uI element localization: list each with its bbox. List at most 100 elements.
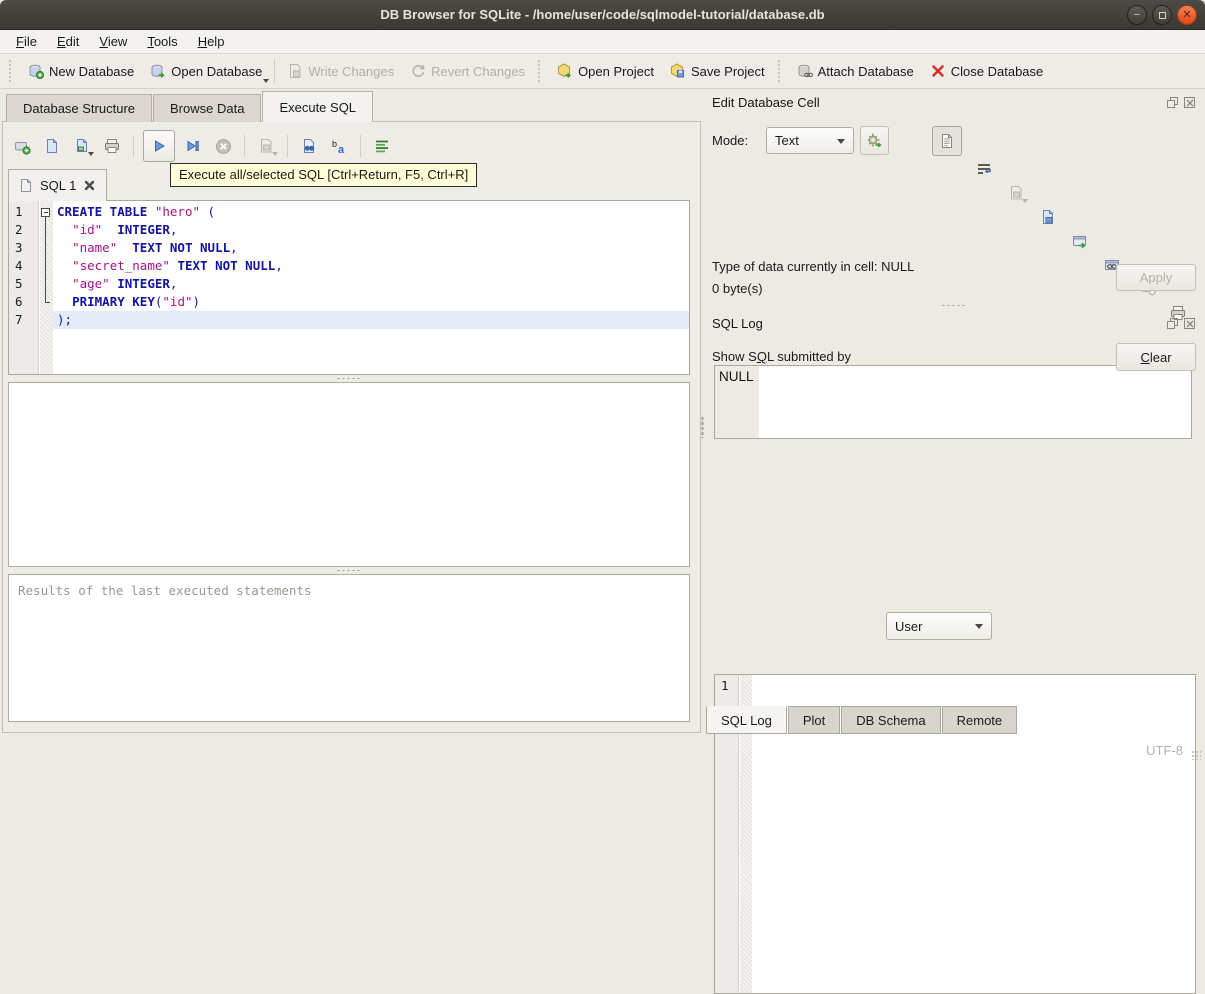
splitter-results-messages[interactable] [8,567,690,573]
results-grid-pane [8,382,690,567]
text-format-icon[interactable]: ba [327,134,351,158]
code-text[interactable]: "id" INTEGER, [53,221,689,239]
line-number: 6 [15,294,23,309]
close-database-icon [930,63,946,79]
sql-file-tab[interactable]: SQL 1 [8,169,108,201]
fold-marker [39,311,53,329]
open-database-button[interactable]: Open Database [142,58,270,84]
attach-database-button[interactable]: Attach Database [789,58,922,84]
fold-marker [39,257,53,275]
open-project-button[interactable]: Open Project [549,58,662,84]
splitter-main-dock[interactable] [699,412,705,442]
titlebar[interactable]: DB Browser for SQLite - /home/user/code/… [0,0,1205,30]
code-line[interactable]: 1 CREATE TABLE "hero" ( [9,203,689,221]
maximize-button[interactable] [1152,5,1172,25]
menu-help[interactable]: Help [188,31,235,52]
code-text[interactable]: "secret_name" TEXT NOT NULL, [53,257,689,275]
attach-database-icon [797,63,813,79]
tooltip: Execute all/selected SQL [Ctrl+Return, F… [170,163,478,187]
toolbar-grip[interactable] [9,60,15,82]
menu-view[interactable]: View [89,31,137,52]
stop-icon [211,134,235,158]
text-mode-button[interactable] [932,126,962,156]
write-changes-icon [287,63,303,79]
sql-log-filter-select[interactable]: User [886,612,992,640]
code-text[interactable]: CREATE TABLE "hero" ( [53,203,689,221]
save-project-button[interactable]: Save Project [662,58,773,84]
open-in-external-icon[interactable] [1068,229,1092,253]
toolbar-grip[interactable] [538,60,544,82]
execute-all-button[interactable] [143,130,175,162]
execute-line-icon[interactable] [181,134,205,158]
find-icon[interactable] [297,134,321,158]
menu-tools[interactable]: Tools [137,31,187,52]
chevron-down-icon [837,138,845,144]
dock-tab-remote[interactable]: Remote [941,706,1018,734]
code-text[interactable]: PRIMARY KEY("id") [53,293,689,311]
chevron-down-icon [975,624,983,629]
open-sql-file-icon[interactable] [40,134,64,158]
apply-button: Apply [1116,264,1196,291]
mode-select[interactable]: Text [766,127,854,154]
open-sql-new-tab-icon[interactable] [70,134,94,158]
fold-marker [39,221,53,239]
revert-changes-icon [410,63,426,79]
window-controls: − ✕ [1127,5,1197,25]
sql-editor[interactable]: 1 CREATE TABLE "hero" (2 "id" INTEGER, 3 "… [8,200,690,375]
minimize-button[interactable]: − [1127,5,1147,25]
indent-lines-icon[interactable] [370,134,394,158]
dock-tab-db-schema[interactable]: DB Schema [841,706,941,734]
write-changes-button: Write Changes [279,58,402,84]
word-wrap-icon[interactable] [972,157,996,181]
close-sql-tab-icon[interactable] [83,179,96,192]
line-number: 3 [15,240,23,255]
print-sql-icon[interactable] [100,134,124,158]
mode-label: Mode: [712,133,749,148]
open-sql-dropdown-caret[interactable] [88,152,94,156]
code-text[interactable]: ); [53,311,689,329]
export-data-icon[interactable] [1036,205,1060,229]
toolbar-grip[interactable] [777,60,784,82]
resize-grip[interactable] [1191,750,1201,760]
save-project-icon [670,63,686,79]
float-panel-icon[interactable] [1166,96,1179,109]
dock-tab-sql-log[interactable]: SQL Log [706,706,787,734]
code-text[interactable]: "name" TEXT NOT NULL, [53,239,689,257]
close-panel-icon[interactable] [1183,317,1196,330]
line-number: 1 [15,204,23,219]
close-panel-icon[interactable] [1183,96,1196,109]
sql-editor-toolbar: ba [10,128,394,164]
sql-file-icon [19,178,33,193]
menu-edit[interactable]: Edit [47,31,89,52]
code-line[interactable]: 4 "secret_name" TEXT NOT NULL, [9,257,689,275]
code-line[interactable]: 6 PRIMARY KEY("id") [9,293,689,311]
clear-log-button[interactable]: Clear [1116,343,1196,371]
menu-file[interactable]: File [6,31,47,52]
sql-toolbar-separator [287,135,288,157]
splitter-dock[interactable] [712,303,1196,308]
float-panel-icon[interactable] [1166,317,1179,330]
cell-editor[interactable]: NULL [714,365,1192,439]
tab-database-structure[interactable]: Database Structure [6,94,153,122]
code-line[interactable]: 5 "age" INTEGER, [9,275,689,293]
main-toolbar: New Database Open Database Write Changes… [0,54,1205,89]
close-button[interactable]: ✕ [1177,5,1197,25]
code-text[interactable]: "age" INTEGER, [53,275,689,293]
close-database-button[interactable]: Close Database [922,58,1052,84]
fold-marker [39,275,53,293]
code-line[interactable]: 3 "name" TEXT NOT NULL, [9,239,689,257]
code-line[interactable]: 7); [9,311,689,329]
dock-tab-plot[interactable]: Plot [787,706,841,734]
fold-marker[interactable] [39,203,53,221]
tab-browse-data[interactable]: Browse Data [153,94,262,122]
tab-execute-sql[interactable]: Execute SQL [262,91,374,122]
code-line[interactable]: 2 "id" INTEGER, [9,221,689,239]
auto-apply-button[interactable] [860,126,889,155]
fold-marker [39,239,53,257]
open-database-dropdown-caret[interactable] [263,79,270,83]
new-database-button[interactable]: New Database [20,58,142,84]
new-database-icon [28,63,44,79]
new-sql-tab-icon[interactable] [10,134,34,158]
line-number: 5 [15,276,23,291]
splitter-editor-results[interactable] [8,376,690,381]
